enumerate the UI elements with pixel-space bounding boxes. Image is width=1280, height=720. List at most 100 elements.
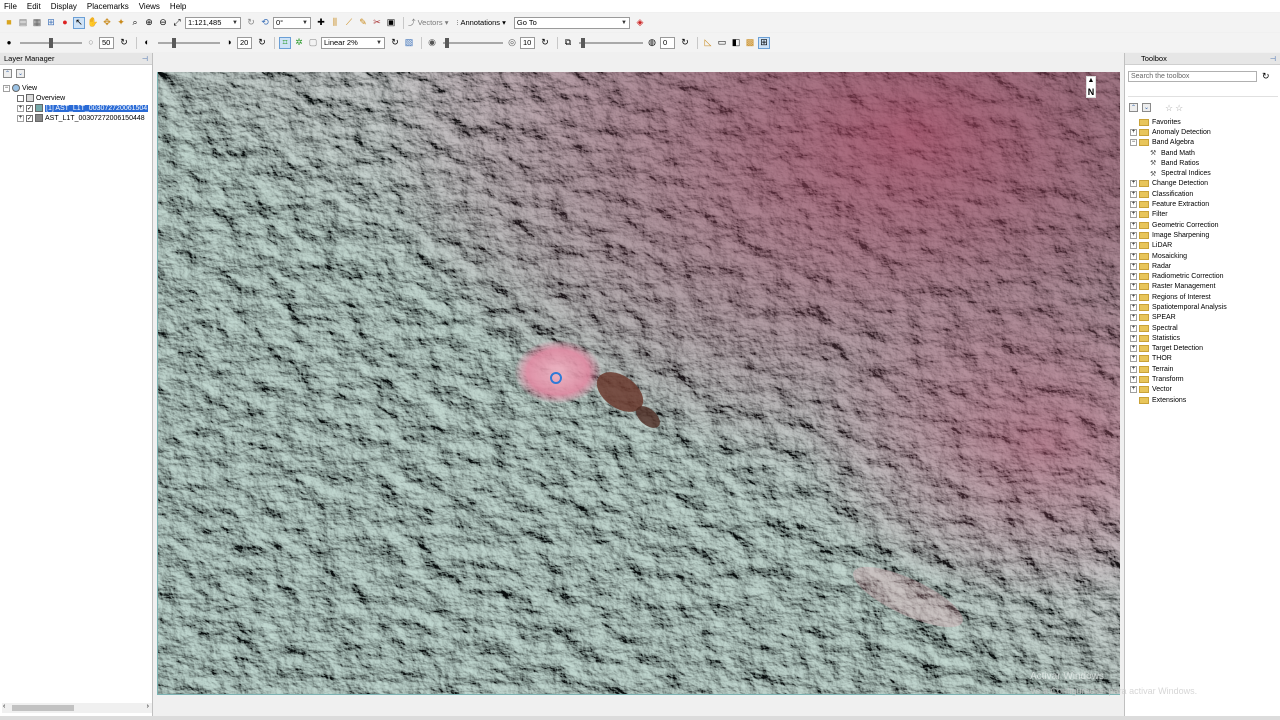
menu-edit[interactable]: Edit <box>27 2 41 11</box>
expand-icon[interactable]: + <box>1130 221 1137 229</box>
reset-sharpen-icon[interactable]: ↻ <box>539 37 551 49</box>
expand-icon[interactable]: + <box>1130 345 1137 353</box>
placemark-icon[interactable]: ● <box>59 17 71 29</box>
stretch-options-icon[interactable]: ✲ <box>293 37 305 49</box>
reset-brightness-icon[interactable]: ↻ <box>118 37 130 49</box>
expand-icon[interactable]: + <box>1130 334 1137 342</box>
refresh-icon[interactable]: ↻ <box>1262 71 1270 82</box>
expand-icon[interactable]: + <box>1130 283 1137 291</box>
brightness-slider[interactable] <box>20 37 82 49</box>
expand-icon[interactable]: + <box>1130 376 1137 384</box>
collapse-icon[interactable]: − <box>3 84 10 92</box>
vectors-menu[interactable]: ⤴ Vectors ▾ <box>408 17 448 28</box>
expand-icon[interactable]: + <box>1130 262 1137 270</box>
sharpen-input[interactable]: 10 <box>520 36 535 49</box>
layer-checkbox[interactable]: ✓ <box>26 114 33 122</box>
toolbox-folder-item[interactable]: + Statistics <box>1130 333 1280 343</box>
toolbox-folder-item[interactable]: + Spectral <box>1130 323 1280 333</box>
scroll-thumb[interactable] <box>12 705 74 711</box>
toolbox-folder-item[interactable]: + Target Detection <box>1130 344 1280 354</box>
annotations-menu[interactable]: ⫶ Annotations ▾ <box>456 18 505 28</box>
expand-icon[interactable]: + <box>1130 314 1137 322</box>
toolbox-folder-item[interactable]: Extensions <box>1130 395 1280 405</box>
toolbox-folder-item[interactable]: + Transform <box>1130 374 1280 384</box>
tree-overview-node[interactable]: Overview <box>3 93 151 103</box>
tree-layer-node[interactable]: + ✓ [1] AST_L1T_003072720061504 <box>3 103 151 113</box>
scroll-right-icon[interactable]: › <box>147 703 149 710</box>
expand-all-icon[interactable]: ⌄ <box>1142 103 1151 112</box>
toolbox-folder-item[interactable]: + Filter <box>1130 210 1280 220</box>
expand-icon[interactable]: + <box>1130 128 1137 136</box>
toolbox-folder-item[interactable]: + Mosaicking <box>1130 251 1280 261</box>
toolbox-folder-item[interactable]: + Classification <box>1130 189 1280 199</box>
histogram-icon[interactable]: ▧ <box>403 37 415 49</box>
fly-icon[interactable]: ✥ <box>101 17 113 29</box>
open-file-icon[interactable]: ■ <box>3 17 15 29</box>
stretch-icon[interactable]: ⌗ <box>279 36 291 49</box>
scale-combo[interactable]: 1:121,485 ▼ <box>185 16 241 29</box>
toolbox-tool-item[interactable]: ⚒ Band Math <box>1130 148 1280 158</box>
collapse-all-icon[interactable]: ⌃ <box>3 69 12 78</box>
expand-icon[interactable]: + <box>1130 180 1137 188</box>
expand-icon[interactable]: + <box>1130 252 1137 260</box>
layer-checkbox[interactable]: ✓ <box>26 104 33 112</box>
goto-combo[interactable]: Go To ▼ <box>513 16 630 29</box>
toolbox-folder-item[interactable]: + Terrain <box>1130 364 1280 374</box>
transparency-slider[interactable] <box>579 37 643 49</box>
transparency-input[interactable]: 0 <box>660 36 675 49</box>
toolbox-folder-item[interactable]: + SPEAR <box>1130 313 1280 323</box>
crosshair-icon[interactable]: ✚ <box>315 17 327 29</box>
spectral-profile-icon[interactable]: ▭ <box>716 37 728 49</box>
expand-icon[interactable]: + <box>1130 355 1137 363</box>
pin-icon[interactable]: ⊣ <box>1270 55 1276 63</box>
pan-hand-icon[interactable]: ✋ <box>87 17 99 29</box>
portal-icon[interactable]: ▣ <box>385 17 397 29</box>
line-profile-icon[interactable]: ⟋ <box>343 17 355 29</box>
select-arrow-icon[interactable]: ↖ <box>73 16 85 29</box>
toolbox-folder-item[interactable]: + Anomaly Detection <box>1130 127 1280 137</box>
tree-layer-node[interactable]: + ✓ AST_L1T_00307272006150448 <box>3 113 151 123</box>
expand-icon[interactable]: + <box>1130 273 1137 281</box>
stretch-combo[interactable]: Linear 2% ▼ <box>321 36 385 49</box>
toolbox-folder-item[interactable]: + Radiometric Correction <box>1130 271 1280 281</box>
collapse-icon[interactable]: − <box>1130 139 1137 147</box>
toolbox-tool-item[interactable]: ⚒ Spectral Indices <box>1130 168 1280 178</box>
expand-icon[interactable]: + <box>1130 190 1137 198</box>
menu-help[interactable]: Help <box>170 2 186 11</box>
toolbox-folder-item[interactable]: Favorites <box>1130 117 1280 127</box>
goto-icon[interactable]: ◈ <box>634 17 646 29</box>
sharpen-slider[interactable] <box>443 37 503 49</box>
zoom-icon[interactable]: ⌕ <box>129 17 141 29</box>
blend-icon[interactable]: ⊞ <box>758 36 770 49</box>
scroll-left-icon[interactable]: ‹ <box>3 703 5 710</box>
reset-stretch-icon[interactable]: ↻ <box>389 37 401 49</box>
expand-icon[interactable]: + <box>1130 386 1137 394</box>
toolbox-folder-item[interactable]: + THOR <box>1130 354 1280 364</box>
expand-icon[interactable]: + <box>1130 231 1137 239</box>
toolbox-folder-item[interactable]: + Feature Extraction <box>1130 199 1280 209</box>
rotate-icon[interactable]: ✦ <box>115 17 127 29</box>
expand-all-icon[interactable]: ⌄ <box>16 69 25 78</box>
expand-icon[interactable]: + <box>1130 303 1137 311</box>
expand-icon[interactable]: + <box>1130 293 1137 301</box>
rotate-view-icon[interactable]: ⟲ <box>259 17 271 29</box>
contrast-slider[interactable] <box>158 37 220 49</box>
chart-icon[interactable]: ◺ <box>702 37 714 49</box>
roi-icon[interactable]: ▢ <box>307 37 319 49</box>
image-view[interactable]: N <box>157 72 1120 695</box>
flicker-icon[interactable]: ▩ <box>744 37 756 49</box>
toolbox-folder-item[interactable]: + Vector <box>1130 385 1280 395</box>
menu-file[interactable]: File <box>4 2 17 11</box>
expand-icon[interactable]: + <box>1130 324 1137 332</box>
menu-views[interactable]: Views <box>139 2 160 11</box>
toolbox-folder-item[interactable]: − Band Algebra <box>1130 138 1280 148</box>
toolbox-folder-item[interactable]: + Raster Management <box>1130 282 1280 292</box>
expand-icon[interactable]: + <box>1130 365 1137 373</box>
toolbox-folder-item[interactable]: + Change Detection <box>1130 179 1280 189</box>
rotation-combo[interactable]: 0° ▼ <box>273 16 311 29</box>
cursor-value-icon[interactable]: ⊞ <box>45 17 57 29</box>
pin-icon[interactable]: ⊣ <box>142 55 148 63</box>
reset-transparency-icon[interactable]: ↻ <box>679 37 691 49</box>
contrast-input[interactable]: 20 <box>237 36 252 49</box>
toolbox-folder-item[interactable]: + Geometric Correction <box>1130 220 1280 230</box>
